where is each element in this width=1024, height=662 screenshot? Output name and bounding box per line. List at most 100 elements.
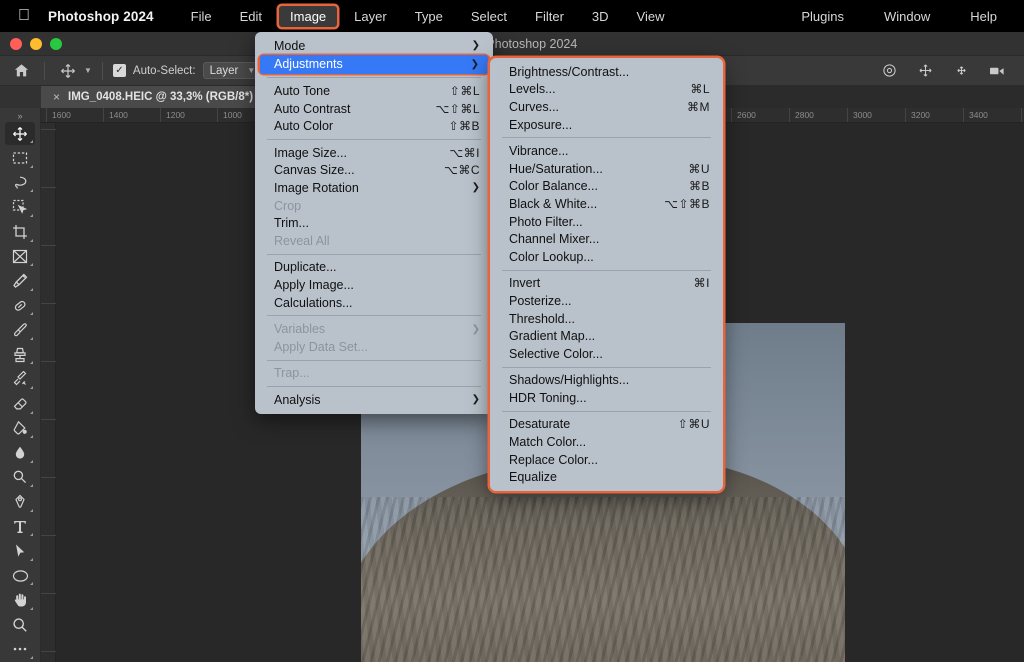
menu-item-duplicate[interactable]: Duplicate... [255,259,493,277]
auto-select-checkbox[interactable]: ✓ [113,64,126,77]
document-tab-title: IMG_0408.HEIC @ 33,3% (RGB/8*) * [68,91,261,103]
ellipse-tool[interactable] [5,564,35,588]
photoshop-window:  Photoshop 2024 File Edit Image Layer T… [0,0,1024,662]
vertical-ruler[interactable] [41,123,56,662]
gradient-tool[interactable] [5,417,35,441]
auto-select-dropdown[interactable]: Layer ▼ [203,62,263,79]
menu-item-selective-color[interactable]: Selective Color... [490,345,723,363]
active-tool-selector[interactable]: ▼ [55,60,92,82]
menu-item-shadows-highlights[interactable]: Shadows/Highlights... [490,372,723,390]
type-tool[interactable] [5,515,35,539]
menu-item-curves[interactable]: Curves...⌘M [490,98,723,116]
menu-window[interactable]: Window [873,6,941,27]
lasso-tool[interactable] [5,171,35,195]
menu-item-channel-mixer[interactable]: Channel Mixer... [490,230,723,248]
menu-help[interactable]: Help [959,6,1008,27]
document-tab[interactable]: × IMG_0408.HEIC @ 33,3% (RGB/8*) * [41,86,273,108]
menu-item-posterize[interactable]: Posterize... [490,292,723,310]
path-selection-tool[interactable] [5,539,35,563]
menu-item-canvas-size[interactable]: Canvas Size...⌥⌘C [255,162,493,180]
clone-stamp-tool[interactable] [5,343,35,367]
menu-item-black-white[interactable]: Black & White...⌥⇧⌘B [490,195,723,213]
menu-item-auto-contrast[interactable]: Auto Contrast⌥⇧⌘L [255,100,493,118]
menu-item-trim[interactable]: Trim... [255,214,493,232]
menu-item-vibrance[interactable]: Vibrance... [490,142,723,160]
object-selection-tool[interactable] [5,195,35,219]
menu-file[interactable]: File [180,6,223,27]
image-menu-dropdown[interactable]: Mode❯Adjustments❯ Auto Tone⇧⌘LAuto Contra… [255,32,493,414]
menu-item-invert[interactable]: Invert⌘I [490,275,723,293]
menu-type[interactable]: Type [404,6,454,27]
close-window-button[interactable] [10,38,22,50]
3d-pan-icon[interactable] [912,60,938,82]
menu-item-mode[interactable]: Mode❯ [255,37,493,55]
menu-item-color-lookup[interactable]: Color Lookup... [490,248,723,266]
menu-item-brightness-contrast[interactable]: Brightness/Contrast... [490,63,723,81]
menu-item-equalize[interactable]: Equalize [490,468,723,486]
menu-item-analysis[interactable]: Analysis❯ [255,391,493,409]
crop-tool[interactable] [5,220,35,244]
menu-item-calculations[interactable]: Calculations... [255,294,493,312]
menu-item-shortcut: ⌘L [690,82,710,96]
menu-item-shortcut: ⇧⌘L [450,84,480,98]
hand-tool[interactable] [5,588,35,612]
apple-logo-icon[interactable]:  [18,8,30,24]
minimize-window-button[interactable] [30,38,42,50]
menu-view[interactable]: View [626,6,676,27]
menu-item-gradient-map[interactable]: Gradient Map... [490,327,723,345]
chevron-down-icon[interactable]: ▼ [84,66,92,75]
3d-slide-icon[interactable] [948,60,974,82]
dodge-tool[interactable] [5,466,35,490]
menu-plugins[interactable]: Plugins [790,6,855,27]
adjustments-submenu[interactable]: Brightness/Contrast...Levels...⌘LCurves.… [490,58,723,491]
menu-filter[interactable]: Filter [524,6,575,27]
rectangular-marquee-tool[interactable] [5,146,35,170]
menu-item-label: Apply Data Set... [274,340,480,354]
menu-item-image-size[interactable]: Image Size...⌥⌘I [255,144,493,162]
menu-item-photo-filter[interactable]: Photo Filter... [490,213,723,231]
history-brush-tool[interactable] [5,367,35,391]
eyedropper-tool[interactable] [5,269,35,293]
menu-item-color-balance[interactable]: Color Balance...⌘B [490,178,723,196]
menu-item-threshold[interactable]: Threshold... [490,310,723,328]
close-icon[interactable]: × [53,90,60,104]
menu-item-desaturate[interactable]: Desaturate⇧⌘U [490,416,723,434]
menu-image[interactable]: Image [279,6,337,27]
home-icon[interactable] [8,60,34,82]
menu-item-auto-tone[interactable]: Auto Tone⇧⌘L [255,82,493,100]
pen-tool[interactable] [5,490,35,514]
menu-item-apply-image[interactable]: Apply Image... [255,276,493,294]
spot-healing-brush-tool[interactable] [5,294,35,318]
blur-tool[interactable] [5,441,35,465]
zoom-tool[interactable] [5,613,35,637]
menu-item-replace-color[interactable]: Replace Color... [490,451,723,469]
menu-select[interactable]: Select [460,6,518,27]
menu-item-crop: Crop [255,197,493,215]
move-tool-icon[interactable] [55,60,81,82]
menu-layer[interactable]: Layer [343,6,398,27]
menu-3d[interactable]: 3D [581,6,620,27]
menu-separator [267,386,481,387]
brush-tool[interactable] [5,318,35,342]
move-tool[interactable] [5,122,35,146]
3d-camera-icon[interactable] [984,60,1010,82]
frame-tool[interactable] [5,245,35,269]
menu-item-auto-color[interactable]: Auto Color⇧⌘B [255,117,493,135]
menu-item-label: Shadows/Highlights... [509,373,710,387]
menu-item-hdr-toning[interactable]: HDR Toning... [490,389,723,407]
ruler-tick: 3000 [847,108,872,123]
menu-item-exposure[interactable]: Exposure... [490,116,723,134]
double-chevron-right-icon[interactable]: » [17,110,22,122]
tool-group-indicator [30,533,33,536]
maximize-window-button[interactable] [50,38,62,50]
3d-orbit-icon[interactable] [876,60,902,82]
menu-item-adjustments[interactable]: Adjustments❯ [260,56,488,74]
menu-edit[interactable]: Edit [229,6,273,27]
edit-toolbar-button[interactable] [5,638,35,662]
menu-item-match-color[interactable]: Match Color... [490,433,723,451]
menu-item-image-rotation[interactable]: Image Rotation❯ [255,179,493,197]
menu-item-trap: Trap... [255,365,493,383]
menu-item-levels[interactable]: Levels...⌘L [490,81,723,99]
eraser-tool[interactable] [5,392,35,416]
menu-item-hue-saturation[interactable]: Hue/Saturation...⌘U [490,160,723,178]
